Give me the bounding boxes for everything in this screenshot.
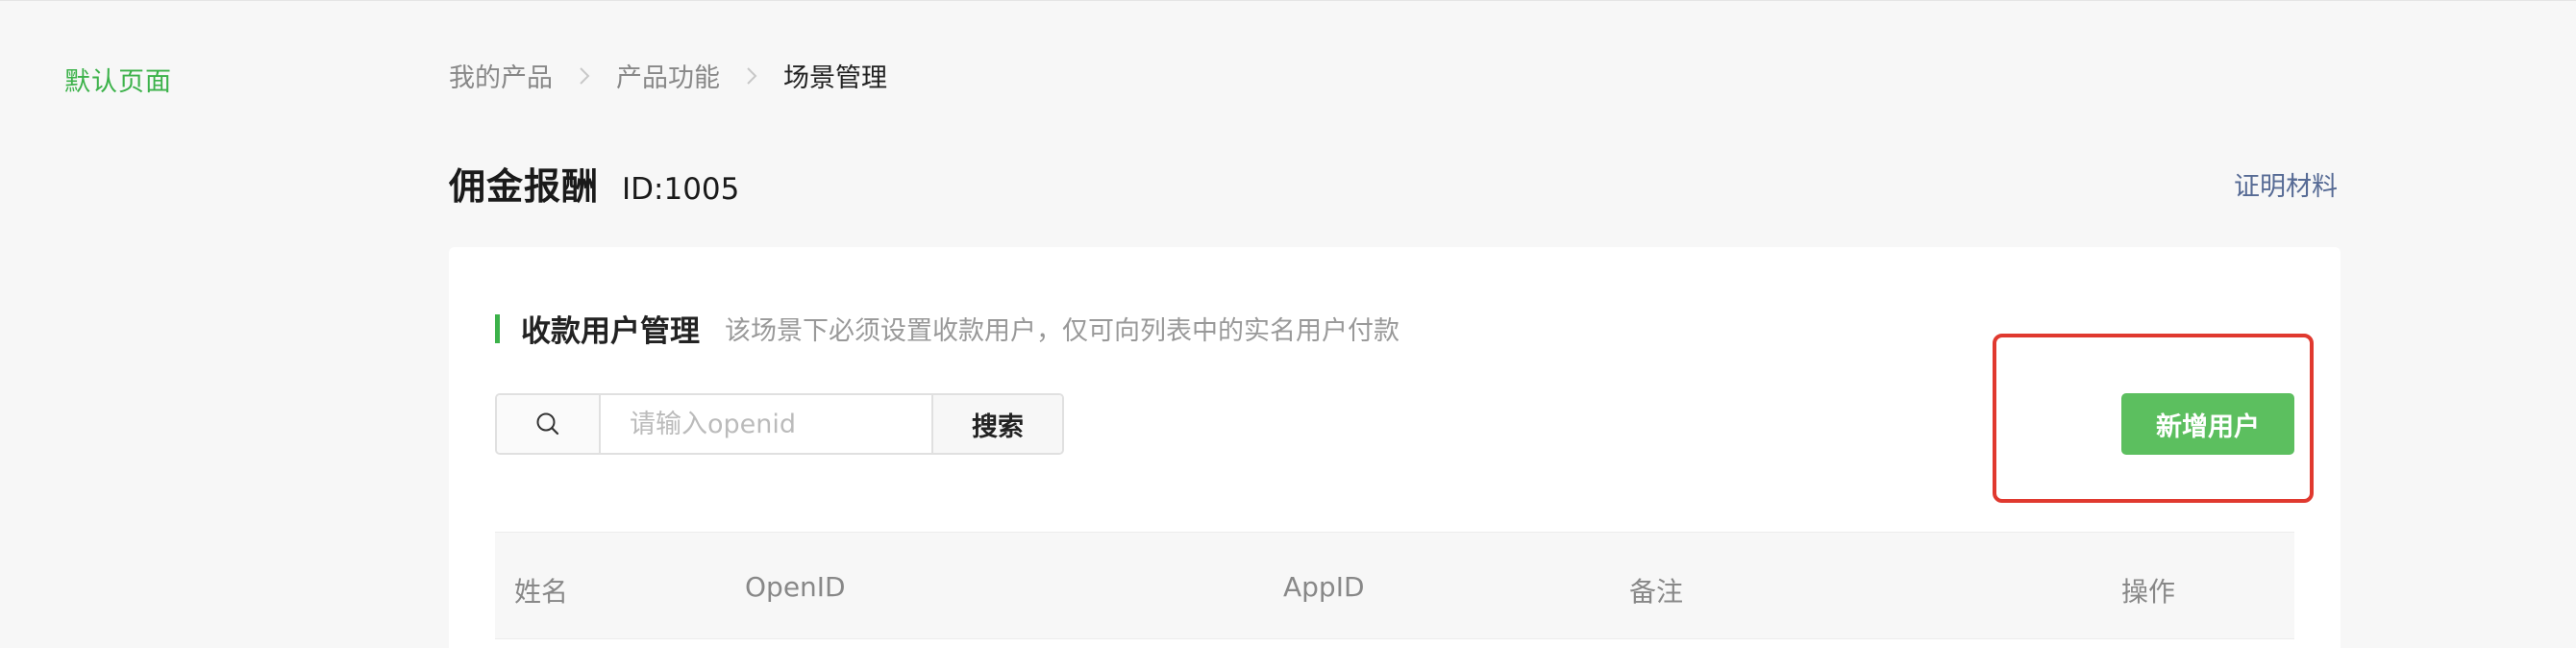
sidebar-item-default-page[interactable]: 默认页面 xyxy=(64,61,172,98)
breadcrumb-item-product-features[interactable]: 产品功能 xyxy=(616,57,720,94)
search-icon xyxy=(497,395,601,453)
page: 默认页面 我的产品 产品功能 场景管理 佣金报酬 ID:1005 证明材料 收款… xyxy=(0,0,2576,648)
breadcrumb-item-my-products[interactable]: 我的产品 xyxy=(449,57,553,94)
column-header-appid: AppID xyxy=(1283,571,1365,603)
column-header-openid: OpenID xyxy=(745,571,846,603)
page-title-row: 佣金报酬 ID:1005 xyxy=(449,157,739,210)
add-user-button[interactable]: 新增用户 xyxy=(2121,393,2294,455)
column-header-name: 姓名 xyxy=(514,576,569,608)
proof-materials-link[interactable]: 证明材料 xyxy=(2234,165,2338,203)
payee-management-card: 收款用户管理 该场景下必须设置收款用户，仅可向列表中的实名用户付款 搜索 新增用… xyxy=(449,247,2341,648)
column-header-actions: 操作 xyxy=(2121,576,2176,608)
search-button[interactable]: 搜索 xyxy=(931,395,1062,453)
breadcrumb: 我的产品 产品功能 场景管理 xyxy=(449,57,887,94)
column-header-remark: 备注 xyxy=(1629,576,1684,608)
page-id: ID:1005 xyxy=(622,172,740,207)
breadcrumb-item-scene-management: 场景管理 xyxy=(783,63,887,93)
table-header: 姓名 OpenID AppID 备注 操作 xyxy=(495,532,2294,639)
section-accent-bar xyxy=(495,313,500,343)
search-group: 搜索 xyxy=(495,393,1064,455)
chevron-right-icon xyxy=(745,66,758,86)
section-description: 该场景下必须设置收款用户，仅可向列表中的实名用户付款 xyxy=(725,316,1399,346)
openid-search-input[interactable] xyxy=(601,395,931,453)
section-header: 收款用户管理 该场景下必须设置收款用户，仅可向列表中的实名用户付款 xyxy=(495,307,1399,350)
section-title: 收款用户管理 xyxy=(521,314,700,349)
page-title: 佣金报酬 xyxy=(449,165,600,208)
chevron-right-icon xyxy=(578,66,591,86)
